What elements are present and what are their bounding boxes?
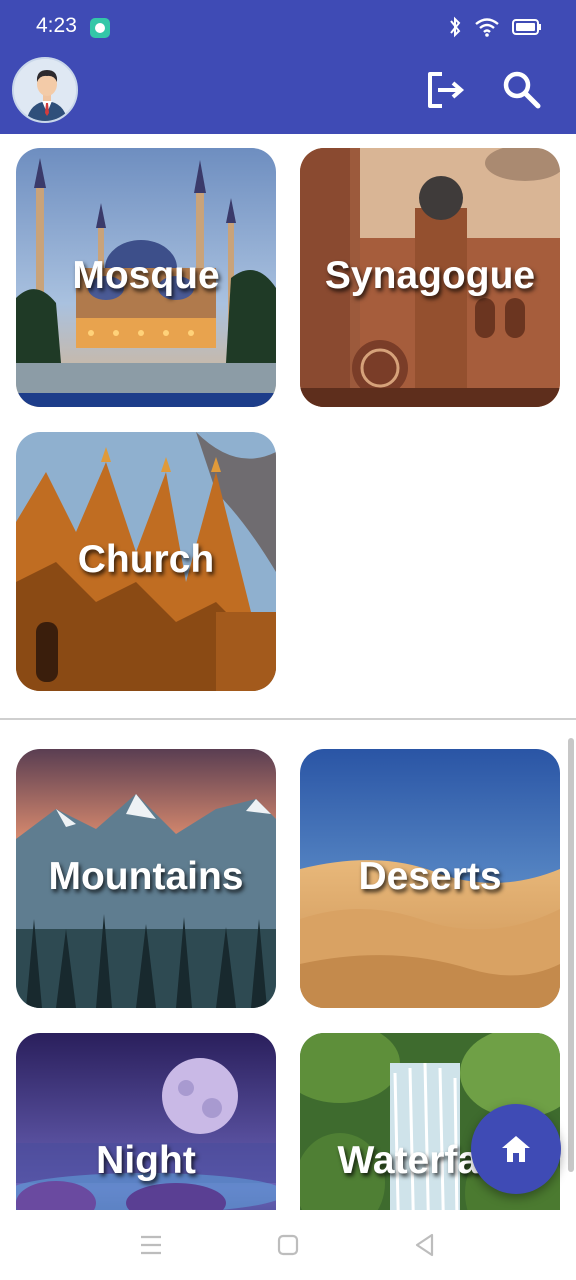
search-icon[interactable] xyxy=(498,67,544,113)
tile-mosque[interactable]: Mosque xyxy=(16,148,276,407)
logout-icon[interactable] xyxy=(422,67,468,113)
tile-label: Deserts xyxy=(358,855,502,898)
section-divider xyxy=(0,718,576,720)
tile-label: Synagogue xyxy=(324,254,536,297)
app-notification-icon xyxy=(90,18,110,38)
tile-mountains[interactable]: Mountains xyxy=(16,749,276,1008)
status-icons xyxy=(448,16,542,38)
tile-label: Mountains xyxy=(48,855,244,898)
tile-label: Night xyxy=(96,1139,196,1182)
tile-deserts[interactable]: Deserts xyxy=(300,749,560,1008)
tile-church[interactable]: Church xyxy=(16,432,276,691)
avatar[interactable] xyxy=(12,57,78,123)
tile-label: Church xyxy=(77,538,215,581)
user-avatar-icon xyxy=(14,59,76,121)
tile-label: Mosque xyxy=(72,254,220,297)
scrollbar[interactable] xyxy=(568,738,574,1172)
battery-icon xyxy=(512,19,541,35)
menu-icon[interactable] xyxy=(134,1228,168,1262)
back-triangle-icon[interactable] xyxy=(408,1228,442,1262)
home-icon xyxy=(502,1136,530,1162)
status-time: 4:23 xyxy=(36,14,77,37)
home-square-icon[interactable] xyxy=(271,1228,305,1262)
wifi-icon xyxy=(475,18,499,37)
system-nav-bar xyxy=(0,1210,576,1280)
bluetooth-icon xyxy=(450,16,461,38)
tile-synagogue[interactable]: Synagogue xyxy=(300,148,560,407)
app-bar: 4:23 xyxy=(0,0,576,134)
home-fab[interactable] xyxy=(471,1104,561,1194)
